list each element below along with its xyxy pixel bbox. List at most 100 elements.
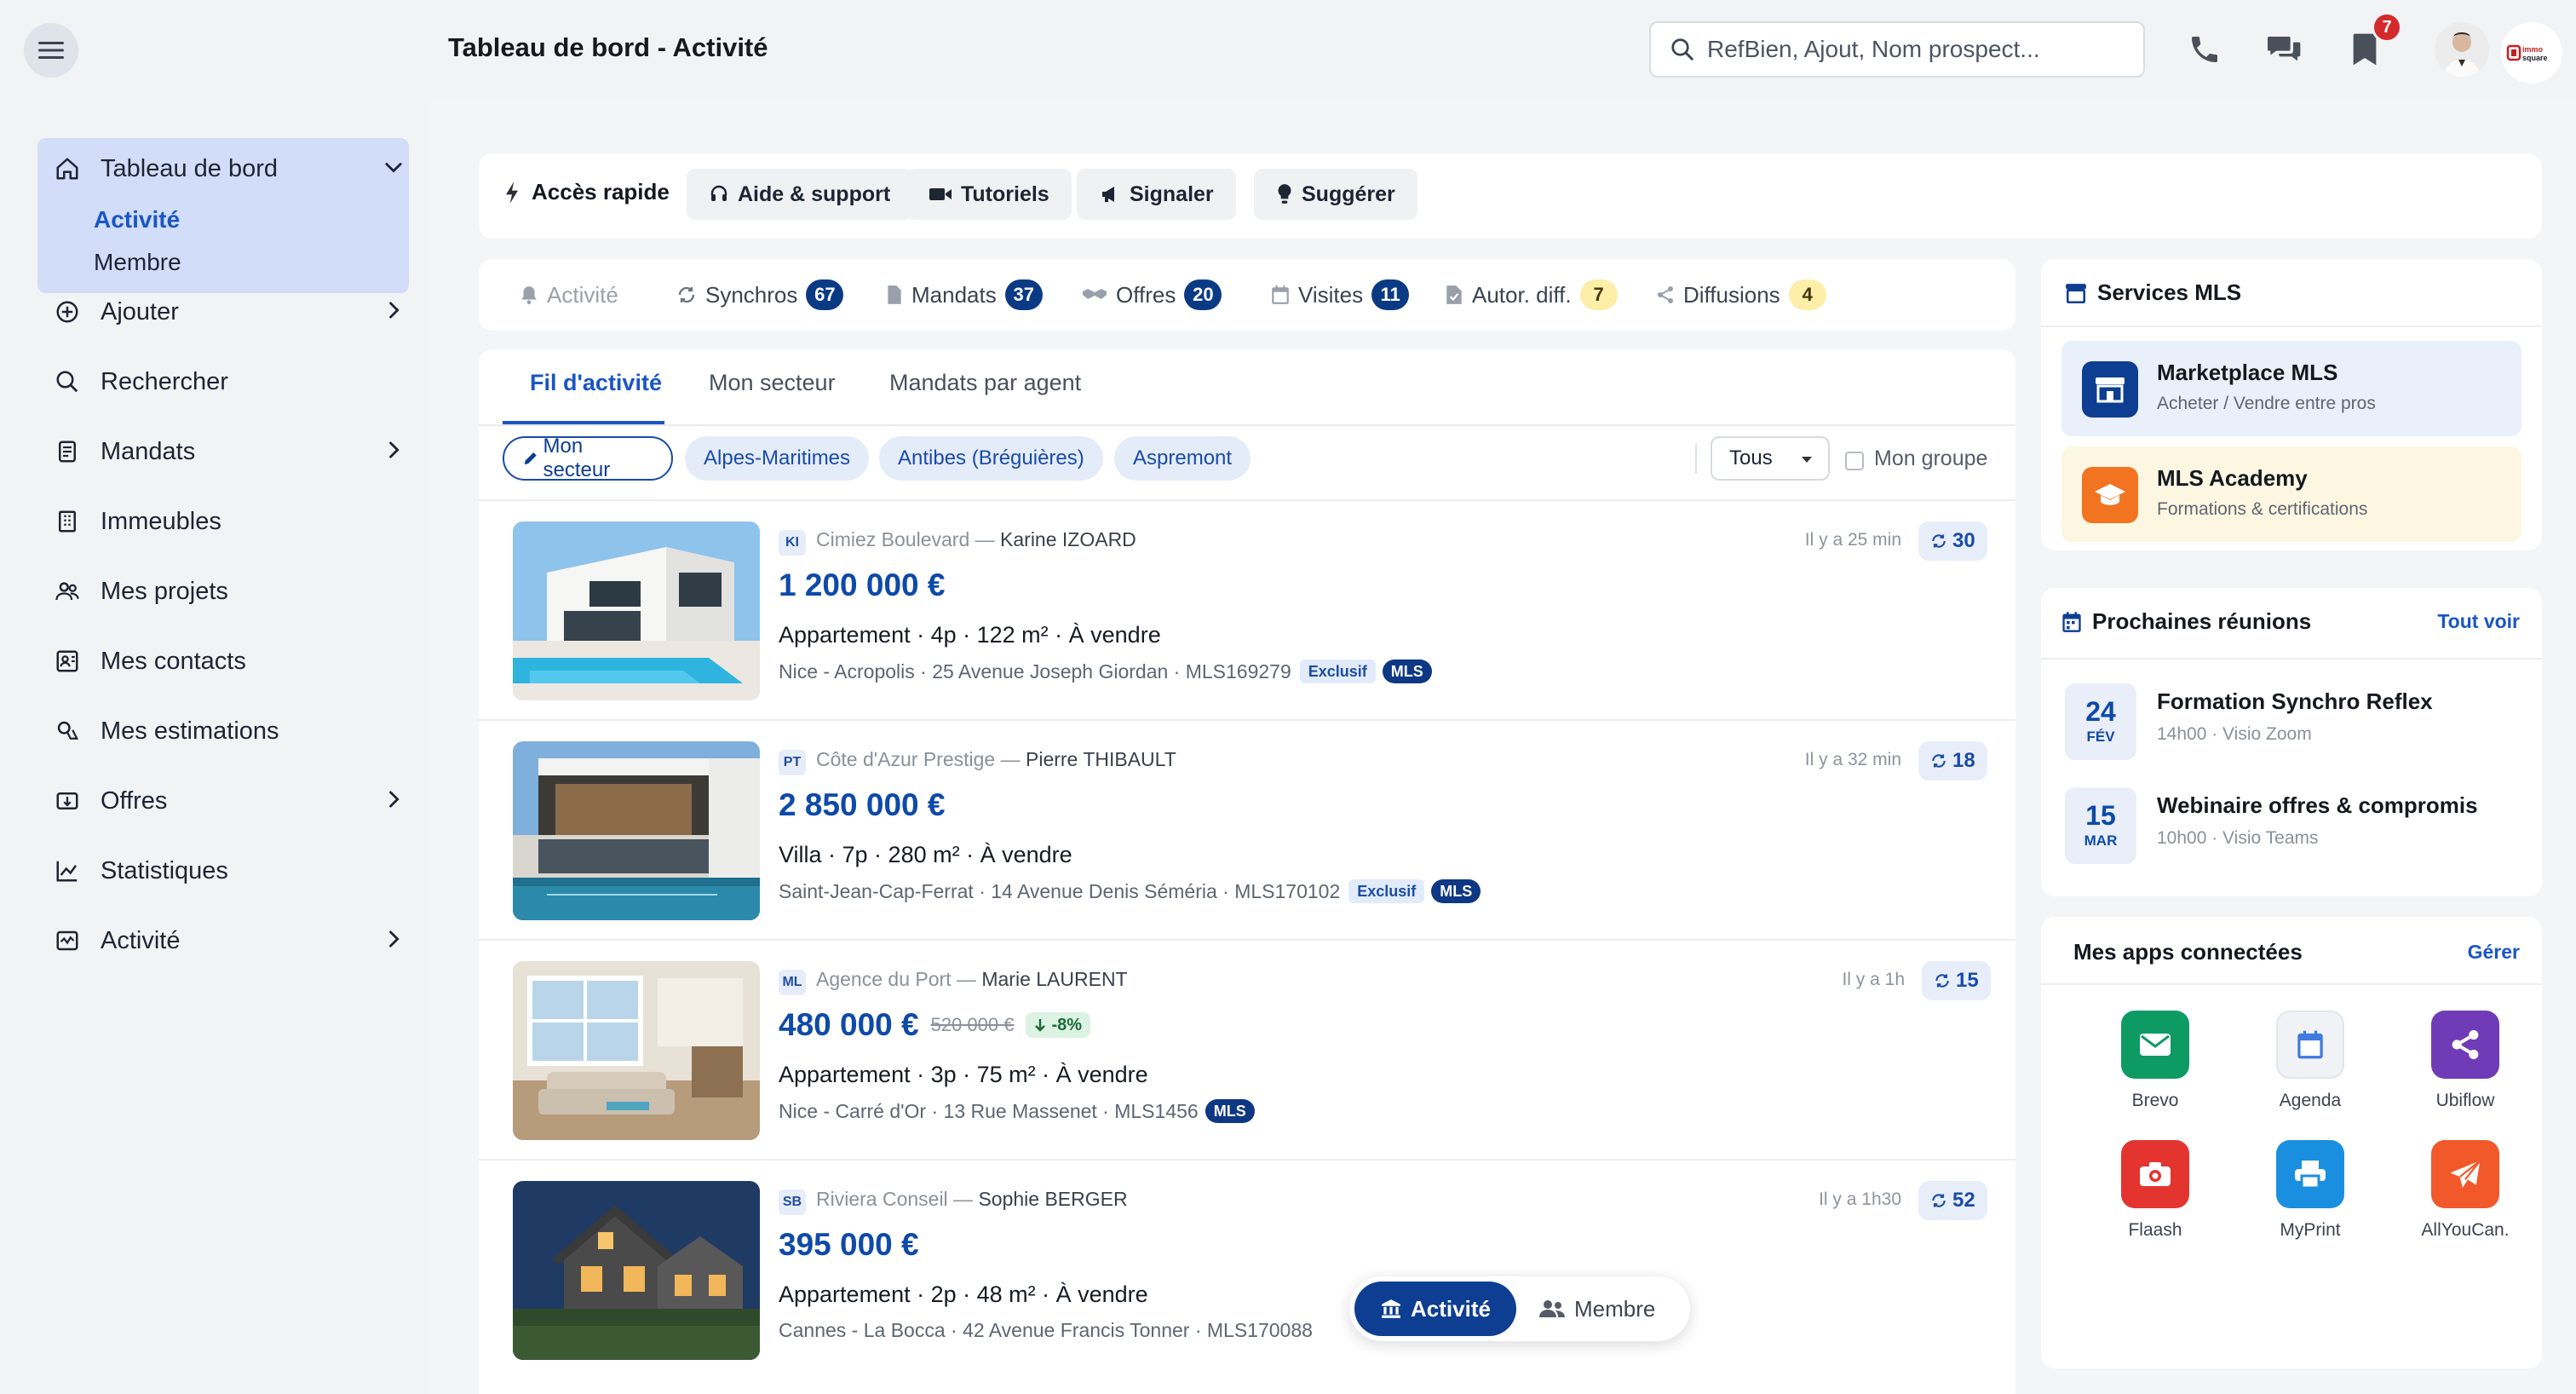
stat-autor-diff[interactable]: Autor. diff. 7 [1445,259,1618,331]
listing-photo[interactable] [513,521,760,700]
tab-mandats-par-agent[interactable]: Mandats par agent [889,370,1081,396]
sync-count-badge[interactable]: 18 [1918,741,1987,781]
meeting-subtitle: 10h00 · Visio Teams [2157,828,2319,848]
sidebar-item-label: Rechercher [101,367,228,395]
app-ubiflow[interactable]: Ubiflow [2397,1011,2533,1130]
listing-photo[interactable] [513,741,760,920]
active-tab-indicator [503,421,664,424]
report-button[interactable]: Signaler [1077,169,1236,220]
chevron-right-icon [382,787,405,811]
sidebar-item-immeubles[interactable]: Immeubles [53,498,411,545]
help-support-button[interactable]: Aide & support [687,169,913,220]
offer-icon [53,786,82,815]
menu-toggle-button[interactable] [24,23,78,78]
meeting-item[interactable]: 24 FÉV Formation Synchro Reflex 14h00 · … [2041,673,2542,767]
divider [1695,443,1697,474]
mls-academy-card[interactable]: MLS Academy Formations & certifications [2061,446,2521,542]
brand-logo[interactable]: immo square [2501,22,2562,84]
app-icon [2121,1140,2189,1208]
agent-name: Karine IZOARD [1000,528,1136,550]
meeting-item[interactable]: 15 MAR Webinaire offres & compromis 10h0… [2041,777,2542,871]
sidebar-item-dashboard[interactable]: Tableau de bord [53,145,411,193]
sync-count-badge[interactable]: 52 [1918,1181,1987,1220]
app-icon [2121,1011,2189,1079]
handshake-icon [1083,289,1107,299]
app-brevo[interactable]: Brevo [2087,1011,2223,1130]
sidebar-item-mes-projets[interactable]: Mes projets [53,567,411,615]
chip-alpes-maritimes[interactable]: Alpes-Maritimes [685,436,870,481]
chevron-down-icon [382,155,405,179]
app-agenda[interactable]: Agenda [2242,1011,2378,1130]
sidebar-item-rechercher[interactable]: Rechercher [53,358,411,406]
agency-name: Cimiez Boulevard — Karine IZOARD [816,528,1136,550]
listing-address: Saint-Jean-Cap-Ferrat · 14 Avenue Denis … [779,879,1481,903]
listing-photo[interactable] [513,1181,760,1360]
suggest-button[interactable]: Suggérer [1254,169,1417,220]
meeting-date: 24 FÉV [2065,683,2136,760]
stat-synchros[interactable]: Synchros 67 [676,259,844,331]
meeting-date: 15 MAR [2065,787,2136,864]
agent-initials: ML [779,970,806,995]
stat-badge: 37 [1004,279,1043,310]
sync-count-badge[interactable]: 15 [1922,961,1991,1000]
manage-apps-link[interactable]: Gérer [2468,941,2520,964]
marketplace-mls-card[interactable]: Marketplace MLS Acheter / Vendre entre p… [2061,341,2521,436]
tab-mon-secteur[interactable]: Mon secteur [709,370,836,396]
view-toggle: Activité Membre [1349,1276,1690,1341]
sidebar-subitem-activite[interactable]: Activité [94,206,180,233]
listing-row[interactable]: PT Côte d'Azur Prestige — Pierre THIBAULT… [479,719,2015,939]
document-icon [53,437,82,466]
filter-select[interactable]: Tous [1711,436,1830,481]
divider [479,424,2015,426]
app-allyoucan[interactable]: AllYouCan. [2397,1140,2533,1259]
toggle-membre-button[interactable]: Membre [1538,1282,1655,1336]
stat-offres[interactable]: Offres 20 [1082,259,1222,331]
tab-fil-activite[interactable]: Fil d'activité [530,370,662,396]
sidebar-item-activit-[interactable]: Activité [53,917,411,965]
stat-visites[interactable]: Visites 11 [1271,259,1410,331]
mls-badge: MLS [1382,660,1432,683]
listing-row[interactable]: SB Riviera Conseil — Sophie BERGER Il y a … [479,1159,2015,1379]
stats-bar: Activité Synchros 67 Mandats 37 Offres 2… [479,259,2015,331]
stat-diffusions[interactable]: Diffusions 4 [1656,259,1826,331]
sidebar-subitem-membre[interactable]: Membre [94,249,181,276]
tutorials-button[interactable]: Tutoriels [906,169,1072,220]
listing-row[interactable]: KI Cimiez Boulevard — Karine IZOARD Il y a… [479,499,2015,719]
hamburger-icon [38,42,64,59]
sidebar-item-label: Statistiques [101,856,228,884]
sync-count-badge[interactable]: 30 [1918,521,1987,561]
phone-icon[interactable] [2184,29,2225,70]
divider [2041,325,2542,327]
marketplace-subtitle: Acheter / Vendre entre pros [2157,394,2376,413]
app-flaash[interactable]: Flaash [2087,1140,2223,1259]
sidebar-item-ajouter[interactable]: Ajouter [53,288,411,336]
chip-aspremont[interactable]: Aspremont [1114,436,1251,481]
camera-icon [2140,1162,2171,1186]
listing-price: 1 200 000 € [779,567,946,602]
listing-photo[interactable] [513,961,760,1140]
toggle-activite-button[interactable]: Activité [1354,1282,1516,1336]
stat-activite[interactable]: Activité [520,259,618,331]
app-myprint[interactable]: MyPrint [2242,1140,2378,1259]
sidebar-item-mandats[interactable]: Mandats [53,428,411,475]
sync-icon [678,286,695,303]
chip-antibes[interactable]: Antibes (Bréguières) [879,436,1103,481]
group-checkbox[interactable] [1845,452,1864,470]
sidebar-item-mes-estimations[interactable]: Mes estimations [53,707,411,755]
avatar[interactable] [2435,22,2489,77]
video-icon [929,188,952,200]
search-input[interactable]: RefBien, Ajout, Nom prospect... [1649,21,2145,78]
see-all-meetings-link[interactable]: Tout voir [2437,610,2520,633]
services-mls-title: Services MLS [2065,279,2241,306]
listing-row[interactable]: ML Agence du Port — Marie LAURENT Il y a 1… [479,939,2015,1159]
chat-icon[interactable] [2264,29,2305,70]
svg-text:immo: immo [2522,45,2544,54]
sidebar-item-statistiques[interactable]: Statistiques [53,847,411,895]
meeting-subtitle: 14h00 · Visio Zoom [2157,724,2312,744]
sidebar-item-offres[interactable]: Offres [53,777,411,825]
listing-address: Cannes - La Bocca · 42 Avenue Francis To… [779,1319,1313,1341]
sidebar-item-mes-contacts[interactable]: Mes contacts [53,637,411,685]
mls-badge: MLS [1205,1099,1255,1123]
chip-mon-secteur[interactable]: Mon secteur [503,435,673,481]
stat-mandats[interactable]: Mandats 37 [886,259,1043,331]
